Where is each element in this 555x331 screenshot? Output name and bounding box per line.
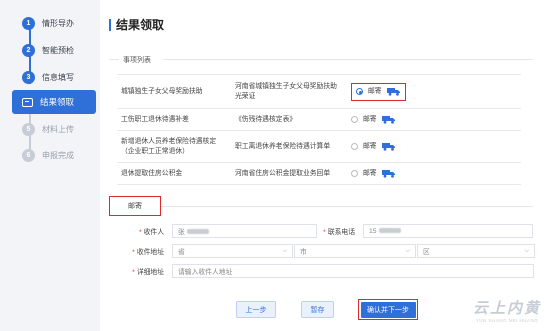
step-3[interactable]: 3 信息填写 xyxy=(22,70,74,84)
detail-address-label: * 详细地址 xyxy=(132,269,164,276)
prev-step-button[interactable]: 上一步 xyxy=(236,301,276,318)
delivery-option[interactable]: 邮寄 xyxy=(347,142,521,152)
truck-icon xyxy=(381,143,395,151)
item-result: 河南省住房公积金提取业务回单 xyxy=(235,169,331,177)
receive-icon xyxy=(22,97,33,107)
step-number: 3 xyxy=(22,70,35,84)
address-label: * 收件地址 xyxy=(132,249,164,256)
chevron-down-icon: ⌵ xyxy=(524,247,529,254)
item-name: 退休提取住房公积金 xyxy=(121,169,183,177)
title-accent-bar xyxy=(109,18,111,31)
save-draft-button[interactable]: 暂存 xyxy=(301,301,334,318)
truck-icon xyxy=(381,116,395,124)
detail-address-row: * 详细地址 请输入收件人地址 xyxy=(109,264,534,278)
watermark-title: 云上内黄 xyxy=(472,300,541,317)
recipient-label: * 收件人 xyxy=(138,229,164,236)
phone-label: * 联系电话 xyxy=(323,229,355,236)
mail-label: 邮寄 xyxy=(363,115,377,123)
delivery-option[interactable]: 邮寄 xyxy=(347,169,521,179)
confirm-next-button[interactable]: 确认并下一步 xyxy=(360,301,416,318)
phone-row: * 联系电话 15 xyxy=(300,224,533,238)
truck-icon xyxy=(381,170,395,178)
mail-radio[interactable] xyxy=(351,170,358,177)
step-number: 2 xyxy=(22,43,35,57)
step-sidebar: 1 情形导办 2 智能预检 3 信息填写 结果领取 5 材料上传 6 申报完成 xyxy=(0,0,100,331)
mail-radio[interactable] xyxy=(356,88,363,95)
chevron-down-icon: ⌵ xyxy=(405,247,410,254)
item-result: 职工离退休养老保险待遇计算单 xyxy=(235,142,331,150)
step-label: 申报完成 xyxy=(42,150,74,160)
next-step-highlight: 确认并下一步 xyxy=(358,299,418,320)
step-number: 6 xyxy=(22,148,35,162)
step-label: 智能预检 xyxy=(42,45,74,55)
step-number: 1 xyxy=(22,16,35,30)
step-label: 结果领取 xyxy=(40,97,75,107)
watermark-logo: 云上内黄 YUN SHANG NEI HUANG xyxy=(473,297,541,323)
table-row: 新增退休人员养老保险待遇核定（企业职工正常退休） 职工离退休养老保险待遇计算单 … xyxy=(117,131,521,163)
step-2[interactable]: 2 智能预检 xyxy=(22,43,74,57)
item-name: 城镇独生子女父母奖励扶助 xyxy=(121,87,203,95)
page-title: 结果领取 xyxy=(109,16,164,33)
table-row: 退休提取住房公积金 河南省住房公积金提取业务回单 邮寄 xyxy=(117,163,521,185)
district-select[interactable]: 区 ⌵ xyxy=(417,244,535,258)
step-label: 情形导办 xyxy=(42,18,74,28)
mail-radio[interactable] xyxy=(351,116,358,123)
selected-delivery-box[interactable]: 邮寄 xyxy=(351,82,406,101)
mail-label: 邮寄 xyxy=(363,142,377,150)
recipient-input[interactable]: 张 xyxy=(172,224,317,238)
item-name: 新增退休人员养老保险待遇核定（企业职工正常退休） xyxy=(121,137,217,155)
step-6: 6 申报完成 xyxy=(22,148,74,162)
truck-icon xyxy=(386,88,400,96)
section-divider xyxy=(161,206,533,207)
chevron-down-icon: ⌵ xyxy=(282,247,287,254)
item-result: 《伤残待遇核定表》 xyxy=(235,115,297,123)
detail-address-input[interactable]: 请输入收件人地址 xyxy=(172,264,534,278)
address-row: * 收件地址 省 ⌵ 市 ⌵ 区 ⌵ xyxy=(109,244,535,258)
mail-label: 邮寄 xyxy=(363,169,377,177)
table-row: 工伤职工退休待遇补差 《伤残待遇核定表》 邮寄 xyxy=(117,109,521,131)
item-result: 河南省城镇独生子女父母奖励扶助光荣证 xyxy=(235,82,337,100)
section-divider xyxy=(109,59,119,60)
watermark-subtitle: YUN SHANG NEI HUANG xyxy=(475,318,539,323)
step-5: 5 材料上传 xyxy=(22,122,74,136)
recipient-row: * 收件人 张 xyxy=(109,224,317,238)
step-number: 5 xyxy=(22,122,35,136)
mail-radio[interactable] xyxy=(351,143,358,150)
phone-input[interactable]: 15 xyxy=(363,224,533,238)
step-label: 材料上传 xyxy=(42,124,74,134)
step-4-active[interactable]: 结果领取 xyxy=(12,90,96,114)
items-section-label: 事项列表 xyxy=(123,57,151,64)
province-select[interactable]: 省 ⌵ xyxy=(172,244,293,258)
delivery-option: 邮寄 xyxy=(347,82,521,101)
mail-label: 邮寄 xyxy=(368,87,382,95)
step-label: 信息填写 xyxy=(42,72,74,82)
delivery-option[interactable]: 邮寄 xyxy=(347,115,521,125)
page-title-text: 结果领取 xyxy=(116,18,165,32)
city-select[interactable]: 市 ⌵ xyxy=(294,244,416,258)
items-table: 城镇独生子女父母奖励扶助 河南省城镇独生子女父母奖励扶助光荣证 邮寄 工伤职工退… xyxy=(117,74,521,185)
mail-section-tab[interactable]: 邮寄 xyxy=(109,196,161,216)
step-1[interactable]: 1 情形导办 xyxy=(22,16,74,30)
section-divider xyxy=(163,59,533,60)
table-row: 城镇独生子女父母奖励扶助 河南省城镇独生子女父母奖励扶助光荣证 邮寄 xyxy=(117,75,521,109)
item-name: 工伤职工退休待遇补差 xyxy=(121,115,189,123)
